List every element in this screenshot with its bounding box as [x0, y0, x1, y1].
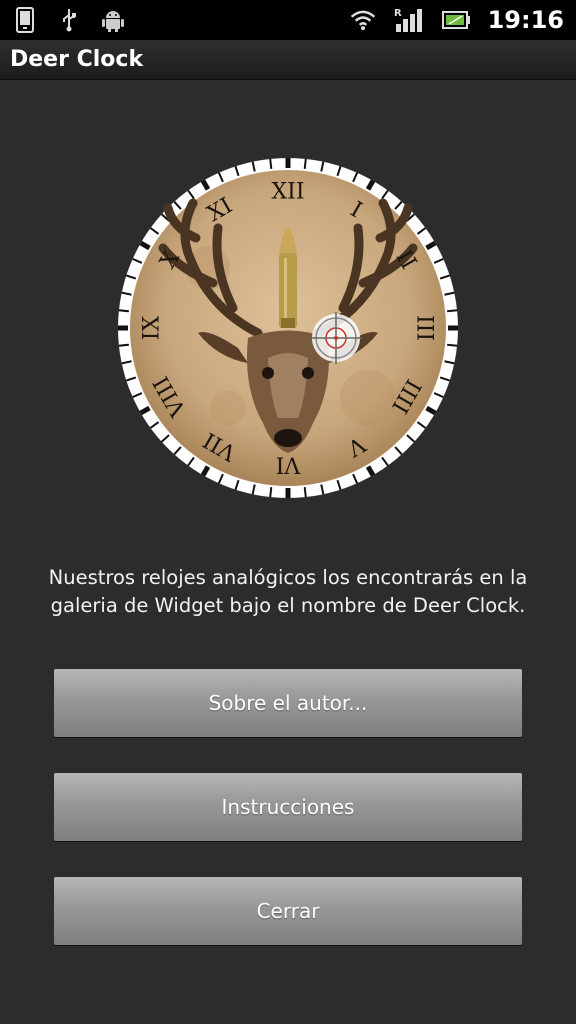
- description-text: Nuestros relojes analógicos los encontra…: [48, 566, 528, 617]
- bezel-tick: [303, 487, 307, 498]
- bullet-hand-icon: [279, 228, 297, 328]
- bezel-tick: [118, 309, 129, 313]
- android-icon: [100, 7, 126, 33]
- close-button[interactable]: Cerrar: [54, 877, 522, 945]
- clock-numeral: XII: [271, 180, 304, 205]
- status-time: 19:16: [487, 6, 564, 34]
- signal-roaming-label: R: [394, 8, 402, 19]
- main-content: XII I II III IIII V VI VII VIII IX X XI Nuestros re…: [0, 80, 576, 1024]
- clock-numeral: IX: [140, 315, 165, 340]
- status-right: R 19:16: [350, 6, 564, 34]
- signal-icon: R: [394, 7, 424, 33]
- battery-icon: [441, 7, 470, 33]
- app-title: Deer Clock: [10, 47, 144, 72]
- title-bar: Deer Clock: [0, 40, 576, 80]
- bezel-tick: [269, 487, 273, 498]
- wifi-icon: [350, 7, 376, 33]
- usb-icon: [56, 7, 82, 33]
- about-author-button[interactable]: Sobre el autor...: [54, 669, 522, 737]
- clock-numeral: VI: [276, 452, 302, 477]
- bezel-tick: [447, 343, 458, 347]
- clock-numeral: III: [412, 315, 437, 341]
- status-bar: R 19:16: [0, 0, 576, 40]
- bezel-tick: [447, 309, 458, 313]
- status-left: [12, 7, 126, 33]
- deer-clock-image: XII I II III IIII V VI VII VIII IX X XI: [118, 158, 458, 498]
- phone-icon: [12, 7, 38, 33]
- bezel-tick: [269, 158, 273, 169]
- instructions-button[interactable]: Instrucciones: [54, 773, 522, 841]
- bezel-tick: [118, 343, 129, 347]
- bezel-tick: [303, 158, 307, 169]
